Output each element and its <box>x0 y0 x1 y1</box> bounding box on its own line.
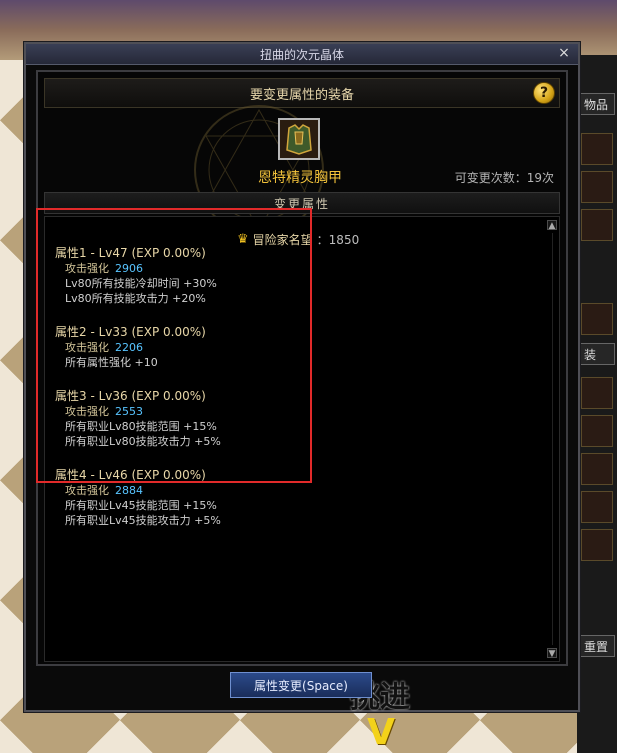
attribute-effect: 所有职业Lv80技能攻击力 +5% <box>65 435 221 448</box>
enhance-value: 2553 <box>115 405 143 418</box>
equipment-name: 恩特精灵胸甲 <box>258 170 342 186</box>
attribute-option-4[interactable]: 属性4 - Lv46 (EXP 0.00%) 攻击强化 2884 所有职业Lv45… <box>55 467 535 528</box>
attribute-title: 属性2 - Lv33 (EXP 0.00%) <box>55 325 206 339</box>
change-attribute-button[interactable]: 属性变更(Space) <box>230 672 372 698</box>
attribute-enhance: 攻击强化 2906 <box>55 261 535 276</box>
enhance-label: 攻击强化 <box>65 262 109 275</box>
side-tab-reset[interactable]: 重置 <box>579 635 615 657</box>
attribute-title: 属性3 - Lv36 (EXP 0.00%) <box>55 389 206 403</box>
enhance-value: 2884 <box>115 484 143 497</box>
side-item-slot[interactable] <box>581 491 613 523</box>
attribute-effect: 所有职业Lv45技能范围 +15% <box>65 499 217 512</box>
side-item-slot[interactable] <box>581 453 613 485</box>
scroll-up-icon[interactable]: ▲ <box>547 220 557 231</box>
attribute-effect: Lv80所有技能攻击力 +20% <box>65 292 206 305</box>
side-item-slot[interactable] <box>581 529 613 561</box>
attribute-title: 属性4 - Lv46 (EXP 0.00%) <box>55 468 206 482</box>
enhance-value: 2906 <box>115 262 143 275</box>
window-content: 要变更属性的装备 ? 恩特精灵胸甲 可变更次数：19次 变更属性 ▲ ▼ ♛ 冒… <box>36 70 568 666</box>
scrollbar-track[interactable] <box>552 233 553 645</box>
attribute-effect: 所有职业Lv45技能攻击力 +5% <box>65 514 221 527</box>
side-item-slot[interactable] <box>581 133 613 165</box>
chevron-down-icon: V <box>367 712 395 753</box>
scroll-down-icon[interactable]: ▼ <box>547 648 557 659</box>
side-inventory-panel: 物品 装 重置 <box>577 55 617 753</box>
enhance-label: 攻击强化 <box>65 484 109 497</box>
window-title: 扭曲的次元晶体 <box>259 47 344 62</box>
attribute-enhance: 攻击强化 2884 <box>55 483 535 498</box>
enhance-label: 攻击强化 <box>65 341 109 354</box>
side-tab-items[interactable]: 物品 <box>579 93 615 115</box>
chest-armor-icon <box>280 120 318 158</box>
side-item-slot[interactable] <box>581 415 613 447</box>
window-titlebar[interactable]: 扭曲的次元晶体 × <box>26 44 578 65</box>
enhance-label: 攻击强化 <box>65 405 109 418</box>
side-item-slot[interactable] <box>581 303 613 335</box>
change-attributes-header: 变更属性 <box>44 192 560 214</box>
side-item-slot[interactable] <box>581 171 613 203</box>
dimension-crystal-window: 扭曲的次元晶体 × 要变更属性的装备 ? 恩特精灵胸甲 可变更次数：19次 变更… <box>24 42 580 712</box>
question-mark-icon[interactable]: ? <box>533 82 555 104</box>
side-item-slot[interactable] <box>581 377 613 409</box>
attribute-title: 属性1 - Lv47 (EXP 0.00%) <box>55 246 206 260</box>
attribute-option-3[interactable]: 属性3 - Lv36 (EXP 0.00%) 攻击强化 2553 所有职业Lv80… <box>55 388 535 449</box>
side-tab-equip[interactable]: 装 <box>579 343 615 365</box>
enhance-value: 2206 <box>115 341 143 354</box>
close-icon[interactable]: × <box>556 45 572 61</box>
attribute-effect: Lv80所有技能冷却时间 +30% <box>65 277 217 290</box>
attribute-effect: 所有职业Lv80技能范围 +15% <box>65 420 217 433</box>
attribute-enhance: 攻击强化 2206 <box>55 340 535 355</box>
attribute-option-1[interactable]: 属性1 - Lv47 (EXP 0.00%) 攻击强化 2906 Lv80所有技能… <box>55 245 535 306</box>
attribute-option-2[interactable]: 属性2 - Lv33 (EXP 0.00%) 攻击强化 2206 所有属性强化 +… <box>55 324 535 370</box>
side-item-slot[interactable] <box>581 209 613 241</box>
change-count: 可变更次数：19次 <box>454 171 554 185</box>
attribute-enhance: 攻击强化 2553 <box>55 404 535 419</box>
attribute-list: 属性1 - Lv47 (EXP 0.00%) 攻击强化 2906 Lv80所有技能… <box>55 245 535 546</box>
attribute-effect: 所有属性强化 +10 <box>65 356 158 369</box>
attributes-panel[interactable]: ▲ ▼ ♛ 冒险家名望 ：1850 属性1 - Lv47 (EXP 0.00%)… <box>44 216 560 662</box>
equipment-slot[interactable] <box>278 118 320 160</box>
